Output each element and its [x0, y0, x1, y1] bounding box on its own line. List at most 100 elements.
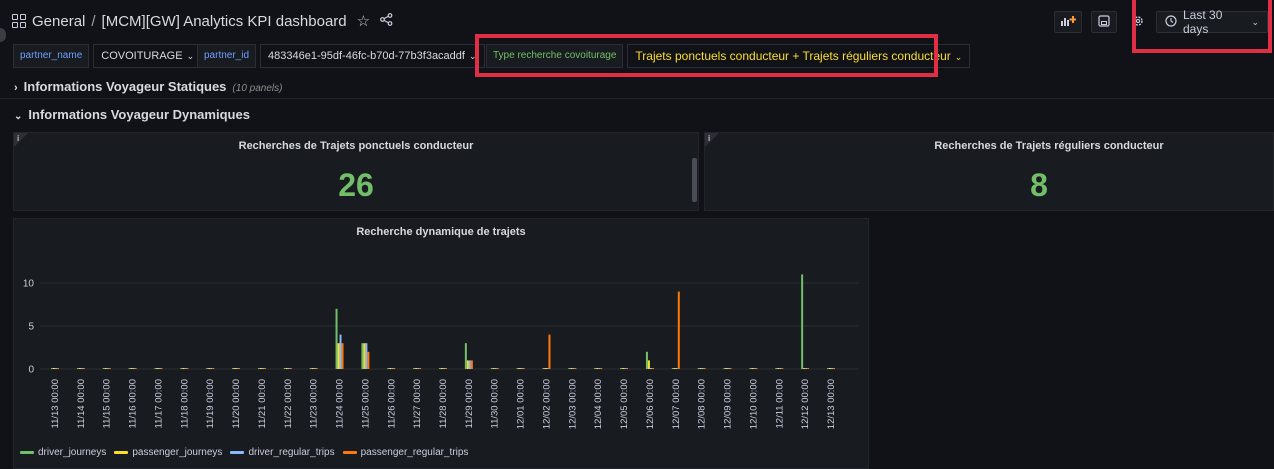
bar — [363, 343, 366, 369]
x-tick-label: 12/12 00:00 — [800, 379, 811, 429]
dashboard-title[interactable]: [MCM][GW] Analytics KPI dashboard — [102, 13, 347, 30]
bar — [829, 368, 831, 369]
row-informations-statiques[interactable]: › Informations Voyageur Statiques (10 pa… — [14, 79, 282, 94]
star-icon[interactable]: ☆ — [357, 12, 370, 30]
grid-icon[interactable] — [12, 14, 26, 28]
legend-item[interactable]: driver_journeys — [20, 447, 106, 458]
bar — [492, 368, 495, 369]
x-tick-label: 11/21 00:00 — [257, 379, 268, 428]
legend-label: passenger_journeys — [132, 447, 223, 458]
legend-swatch — [230, 451, 245, 454]
bar — [490, 368, 493, 369]
bar — [419, 368, 422, 369]
x-tick-label: 12/01 00:00 — [516, 379, 527, 429]
bar — [391, 368, 394, 369]
bar — [417, 368, 420, 369]
bar — [283, 368, 286, 369]
bar — [361, 343, 364, 369]
partner-id-select[interactable]: 483346e1-95df-46fc-b70d-77b3f3acaddf ⌄ — [260, 44, 485, 68]
bar — [441, 368, 443, 369]
bar — [160, 368, 163, 369]
y-tick-label: 0 — [28, 365, 34, 376]
stat-panel-reguliers[interactable]: i Recherches de Trajets réguliers conduc… — [704, 132, 1274, 211]
bar — [751, 368, 754, 369]
stat-value: 26 — [338, 167, 374, 203]
bar — [184, 368, 187, 369]
variable-partner-id: partner_id 483346e1-95df-46fc-b70d-77b3f… — [197, 44, 485, 68]
x-tick-label: 11/24 00:00 — [335, 379, 346, 428]
x-tick-label: 11/30 00:00 — [490, 379, 501, 428]
x-tick-label: 11/25 00:00 — [360, 379, 371, 428]
x-tick-label: 11/18 00:00 — [179, 379, 190, 428]
y-tick-label: 5 — [28, 322, 34, 333]
x-tick-label: 12/13 00:00 — [826, 379, 837, 429]
panel-title[interactable]: Recherches de Trajets réguliers conducte… — [825, 140, 1273, 152]
row-panel-count: (10 panels) — [232, 83, 283, 94]
add-panel-icon — [1060, 15, 1077, 30]
bar — [496, 368, 499, 369]
bar — [749, 368, 752, 369]
bar — [337, 343, 340, 369]
bar — [755, 368, 758, 369]
breadcrumb: General / [MCM][GW] Analytics KPI dashbo… — [12, 12, 393, 30]
bar — [466, 360, 469, 369]
stat-panel-ponctuels[interactable]: i Recherches de Trajets ponctuels conduc… — [13, 132, 699, 211]
bar — [158, 368, 161, 369]
bar — [827, 368, 829, 369]
bar — [445, 368, 447, 369]
bar — [439, 368, 441, 369]
bar — [781, 368, 784, 369]
bar — [210, 368, 213, 369]
partner-name-select[interactable]: COVOITURAGE ⌄ — [93, 44, 203, 68]
x-tick-label: 12/06 00:00 — [645, 379, 656, 429]
row-informations-dynamiques[interactable]: ⌄ Informations Voyageur Dynamiques — [14, 107, 250, 122]
bar — [393, 368, 396, 369]
bar — [182, 368, 185, 369]
bar — [311, 368, 314, 369]
legend-label: driver_journeys — [38, 447, 107, 458]
bar — [548, 334, 551, 369]
bar — [544, 368, 547, 369]
bar — [626, 368, 629, 369]
bar — [232, 368, 235, 369]
bar-chart: 0 5 10 11/13 00:00 11/14 00:00 11/15 00:00 11/… — [23, 274, 859, 429]
breadcrumb-section[interactable]: General — [32, 13, 85, 30]
bar — [699, 368, 702, 369]
legend-item[interactable]: passenger_regular_trips — [342, 447, 469, 458]
add-panel-button[interactable] — [1054, 11, 1082, 33]
bar — [570, 368, 573, 369]
bar — [520, 368, 523, 369]
legend-item[interactable]: driver_regular_trips — [230, 447, 335, 458]
chevron-down-icon: ⌄ — [954, 52, 963, 62]
x-tick-label: 12/11 00:00 — [774, 379, 785, 428]
highlight-box — [475, 34, 938, 77]
x-tick-label: 11/27 00:00 — [412, 379, 423, 428]
bar — [779, 368, 782, 369]
breadcrumb-separator: / — [91, 12, 96, 30]
bar — [365, 343, 368, 369]
legend-swatch — [114, 451, 129, 454]
legend-item[interactable]: passenger_journeys — [114, 447, 222, 458]
partner-name-value: COVOITURAGE — [101, 50, 183, 62]
x-tick-label: 12/05 00:00 — [619, 379, 630, 429]
bar — [315, 368, 318, 369]
bar — [677, 291, 680, 369]
share-icon[interactable] — [380, 12, 393, 30]
bar — [156, 368, 159, 369]
panel-scrollbar[interactable] — [692, 158, 697, 202]
info-icon: i — [708, 134, 711, 143]
bar — [212, 368, 215, 369]
bar — [703, 368, 706, 369]
bar — [729, 368, 732, 369]
bar — [805, 368, 808, 369]
bar — [76, 368, 79, 369]
x-tick-label: 11/20 00:00 — [231, 379, 242, 428]
save-dashboard-button[interactable] — [1091, 11, 1117, 33]
bar — [206, 368, 209, 369]
legend-label: passenger_regular_trips — [360, 447, 469, 458]
bar — [415, 368, 418, 369]
chevron-right-icon: › — [14, 82, 18, 94]
bar — [186, 368, 189, 369]
panel-title[interactable]: Recherches de Trajets ponctuels conducte… — [14, 140, 698, 152]
x-tick-label: 12/09 00:00 — [723, 379, 734, 429]
